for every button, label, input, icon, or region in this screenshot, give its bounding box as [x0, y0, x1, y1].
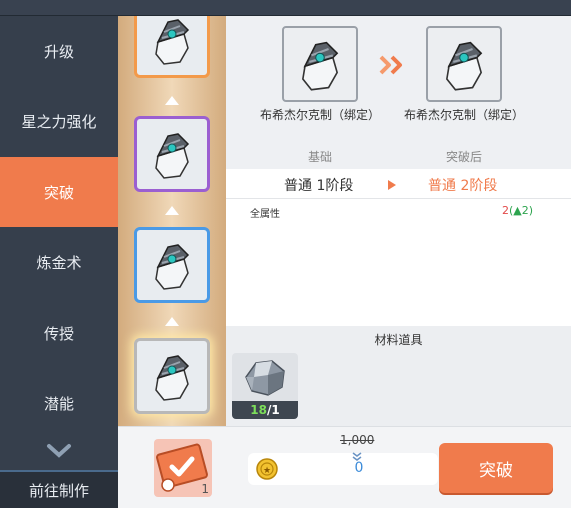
- sidebar-item-transfer[interactable]: 传授: [0, 298, 118, 368]
- go-craft-label: 前往制作: [28, 481, 89, 500]
- sidebar-item-potential[interactable]: 潜能: [0, 368, 118, 438]
- up-arrow-icon: [165, 317, 179, 326]
- attribute-new-value: 2: [501, 204, 509, 217]
- up-arrow-icon: [165, 96, 179, 105]
- compare-section: 布希杰尔克制（绑定） 布希杰尔克制（绑定） 基础 突破后: [226, 16, 571, 169]
- breakthrough-ticket[interactable]: 1: [154, 439, 212, 497]
- material-item[interactable]: 18/1: [232, 353, 298, 419]
- before-item-tag: 基础: [307, 150, 332, 164]
- cost-box: ★ 0: [248, 453, 438, 485]
- materials-section: 材料道具 18/1: [226, 326, 571, 426]
- glove-icon: [302, 41, 339, 91]
- attribute-label: 全属性: [250, 209, 280, 220]
- double-arrow-icon: [379, 55, 402, 75]
- bottom-bar: 1 1,000 ★ 0 突破: [118, 426, 571, 508]
- sidebar-item-breakthrough[interactable]: 突破: [0, 157, 118, 227]
- after-item-name: 布希杰尔克制（绑定）: [404, 108, 525, 122]
- item-slot-stage[interactable]: [134, 16, 210, 78]
- stage-before: 普通 1阶段: [284, 178, 354, 194]
- after-item-slot[interactable]: [426, 26, 502, 102]
- material-count: 18/1: [232, 401, 298, 419]
- go-craft-button[interactable]: 前往制作: [0, 470, 118, 508]
- glove-icon: [155, 133, 190, 179]
- chevron-down-icon[interactable]: [44, 441, 74, 461]
- attribute-increase: (▲2): [508, 204, 533, 217]
- sidebar-item-label: 星之力强化: [21, 112, 97, 131]
- sidebar-item-label: 升级: [43, 42, 74, 61]
- item-slot-current[interactable]: [134, 338, 210, 414]
- sidebar-item-alchemy[interactable]: 炼金术: [0, 227, 118, 297]
- item-slot-stage[interactable]: [134, 227, 210, 303]
- breakthrough-button[interactable]: 突破: [439, 443, 553, 493]
- material-owned: 18: [250, 403, 267, 417]
- sidebar-item-label: 潜能: [43, 394, 74, 413]
- before-item-slot[interactable]: [282, 26, 358, 102]
- material-required: /1: [266, 403, 280, 417]
- sidebar-item-starforce[interactable]: 星之力强化: [0, 86, 118, 156]
- sidebar-item-label: 炼金术: [36, 253, 82, 272]
- sidebar: 升级 星之力强化 突破 炼金术 传授 潜能 前往制作: [0, 16, 118, 508]
- cost-discounted: 0: [354, 460, 364, 476]
- sidebar-item-label: 突破: [43, 183, 74, 202]
- stage-row: 普通 1阶段 普通 2阶段: [226, 169, 571, 199]
- glove-icon: [155, 19, 190, 65]
- up-arrow-icon: [165, 206, 179, 215]
- glove-icon: [446, 41, 483, 91]
- glove-icon: [155, 355, 190, 401]
- cost-original: 1,000: [340, 433, 375, 447]
- ore-icon: [245, 360, 285, 396]
- main-panel: 布希杰尔克制（绑定） 布希杰尔克制（绑定） 基础 突破后 普通 1阶段 普通 2…: [226, 16, 571, 426]
- right-arrow-icon: [388, 180, 396, 190]
- sidebar-item-label: 传授: [43, 324, 74, 343]
- after-item-tag: 突破后: [445, 150, 482, 164]
- stage-after: 普通 2阶段: [428, 178, 498, 194]
- sidebar-item-upgrade[interactable]: 升级: [0, 16, 118, 86]
- materials-title: 材料道具: [374, 333, 423, 347]
- breakthrough-button-label: 突破: [479, 460, 513, 481]
- top-bar: [0, 0, 571, 16]
- attribute-value: 2(▲2): [502, 204, 533, 217]
- breakthrough-path: [118, 16, 226, 426]
- glove-icon: [155, 244, 190, 290]
- item-slot-stage[interactable]: [134, 116, 210, 192]
- chevron-down-icon: [352, 452, 362, 461]
- ticket-count: 1: [201, 482, 209, 496]
- before-item-name: 布希杰尔克制（绑定）: [260, 108, 381, 122]
